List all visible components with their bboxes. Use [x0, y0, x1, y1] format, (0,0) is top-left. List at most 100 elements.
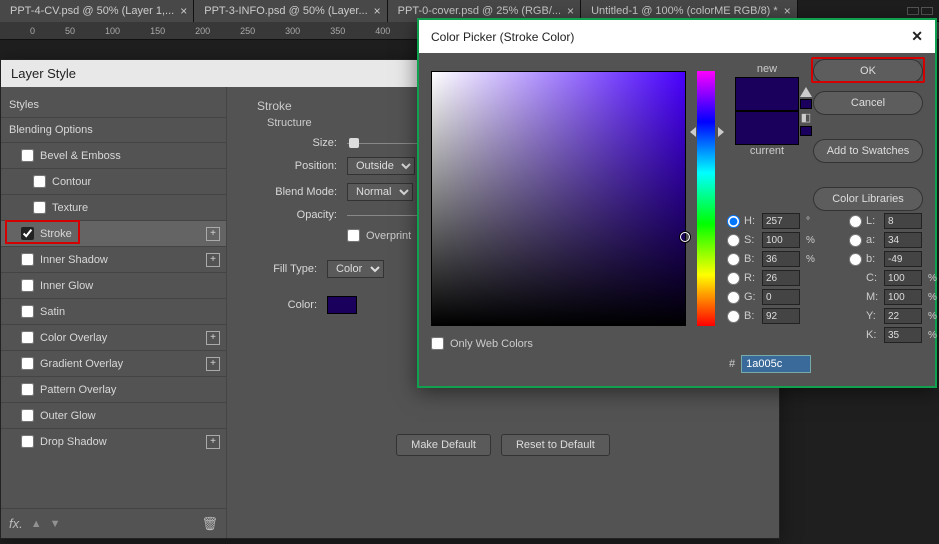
- g-radio[interactable]: [727, 291, 740, 304]
- reset-default-button[interactable]: Reset to Default: [501, 434, 610, 456]
- hsb-rgb-fields: H:° S:% B:% R: G: B:: [727, 213, 820, 324]
- l-input[interactable]: [884, 213, 922, 229]
- close-icon[interactable]: ×: [784, 4, 791, 18]
- close-icon[interactable]: ✕: [911, 28, 923, 45]
- y-input[interactable]: [884, 308, 922, 324]
- add-icon[interactable]: +: [206, 331, 220, 345]
- r-label: R:: [744, 272, 758, 284]
- k-input[interactable]: [884, 327, 922, 343]
- bc-radio[interactable]: [727, 310, 740, 323]
- sidebar-blending[interactable]: Blending Options: [1, 118, 226, 142]
- current-label: current: [727, 145, 807, 157]
- checkbox[interactable]: [21, 279, 34, 292]
- sidebar-bevel[interactable]: Bevel & Emboss: [1, 143, 226, 168]
- tab-label: PPT-3-INFO.psd @ 50% (Layer...: [204, 5, 367, 17]
- a-radio[interactable]: [849, 234, 862, 247]
- sidebar-pattern-overlay[interactable]: Pattern Overlay: [1, 377, 226, 402]
- fx-icon[interactable]: fx.: [9, 516, 23, 531]
- color-picker-dialog: Color Picker (Stroke Color) ✕ new curren…: [417, 18, 937, 388]
- trash-icon[interactable]: 🗑: [201, 516, 218, 532]
- checkbox[interactable]: [21, 383, 34, 396]
- new-color-swatch[interactable]: [735, 77, 799, 111]
- sidebar-texture[interactable]: Texture: [1, 195, 226, 220]
- overprint-checkbox[interactable]: [347, 229, 360, 242]
- add-icon[interactable]: +: [206, 253, 220, 267]
- websafe-warning-icon[interactable]: ◧: [801, 111, 811, 124]
- sidebar-inner-shadow[interactable]: Inner Shadow+: [1, 247, 226, 272]
- l-radio[interactable]: [849, 215, 862, 228]
- sidebar-inner-glow[interactable]: Inner Glow: [1, 273, 226, 298]
- close-icon[interactable]: ×: [567, 4, 574, 18]
- web-only-checkbox[interactable]: [431, 337, 444, 350]
- color-libraries-button[interactable]: Color Libraries: [813, 187, 923, 211]
- b-input[interactable]: [884, 251, 922, 267]
- r-radio[interactable]: [727, 272, 740, 285]
- make-default-button[interactable]: Make Default: [396, 434, 491, 456]
- h-input[interactable]: [762, 213, 800, 229]
- sidebar-styles[interactable]: Styles: [1, 93, 226, 117]
- arrow-down-icon[interactable]: ▼: [50, 518, 61, 530]
- checkbox[interactable]: [21, 357, 34, 370]
- sidebar-color-overlay[interactable]: Color Overlay+: [1, 325, 226, 350]
- color-label: Color:: [257, 299, 317, 311]
- doc-tab[interactable]: PPT-3-INFO.psd @ 50% (Layer... ×: [194, 0, 387, 22]
- checkbox[interactable]: [21, 149, 34, 162]
- s-radio[interactable]: [727, 234, 740, 247]
- h-radio[interactable]: [727, 215, 740, 228]
- hue-slider[interactable]: [697, 71, 715, 326]
- checkbox[interactable]: [21, 409, 34, 422]
- a-input[interactable]: [884, 232, 922, 248]
- close-icon[interactable]: ×: [180, 4, 187, 18]
- position-select[interactable]: Outside: [347, 157, 415, 175]
- checkbox[interactable]: [21, 435, 34, 448]
- sidebar-footer: fx. ▲ ▼ 🗑: [1, 508, 226, 538]
- gamut-warning-icon[interactable]: [800, 87, 812, 97]
- h-label: H:: [744, 215, 758, 227]
- opacity-slider[interactable]: [347, 212, 427, 218]
- m-input[interactable]: [884, 289, 922, 305]
- saturation-value-field[interactable]: [431, 71, 686, 326]
- tab-overflow[interactable]: [905, 7, 939, 15]
- doc-tab[interactable]: PPT-4-CV.psd @ 50% (Layer 1,...×: [0, 0, 194, 22]
- size-slider[interactable]: [347, 140, 427, 146]
- sidebar-stroke[interactable]: Stroke+: [1, 221, 226, 246]
- bc-input[interactable]: [762, 308, 800, 324]
- add-icon[interactable]: +: [206, 357, 220, 371]
- g-label: G:: [744, 291, 758, 303]
- bv-input[interactable]: [762, 251, 800, 267]
- checkbox[interactable]: [21, 227, 34, 240]
- color-swatch[interactable]: [327, 296, 357, 314]
- add-icon[interactable]: +: [206, 435, 220, 449]
- close-icon[interactable]: ×: [374, 4, 381, 18]
- b-radio[interactable]: [849, 253, 862, 266]
- gamut-swatch[interactable]: [800, 99, 812, 109]
- hex-input[interactable]: [741, 355, 811, 373]
- c-input[interactable]: [884, 270, 922, 286]
- blendmode-select[interactable]: Normal: [347, 183, 413, 201]
- checkbox[interactable]: [21, 253, 34, 266]
- checkbox[interactable]: [33, 175, 46, 188]
- ok-button[interactable]: OK: [813, 59, 923, 83]
- cancel-button[interactable]: Cancel: [813, 91, 923, 115]
- checkbox[interactable]: [21, 331, 34, 344]
- l-label: L:: [866, 215, 880, 227]
- checkbox[interactable]: [21, 305, 34, 318]
- checkbox[interactable]: [33, 201, 46, 214]
- s-label: S:: [744, 234, 758, 246]
- bv-radio[interactable]: [727, 253, 740, 266]
- add-icon[interactable]: +: [206, 227, 220, 241]
- sidebar-satin[interactable]: Satin: [1, 299, 226, 324]
- sidebar-drop-shadow[interactable]: Drop Shadow+: [1, 429, 226, 454]
- sidebar-contour[interactable]: Contour: [1, 169, 226, 194]
- websafe-swatch[interactable]: [800, 126, 812, 136]
- filltype-select[interactable]: Color: [327, 260, 384, 278]
- add-swatches-button[interactable]: Add to Swatches: [813, 139, 923, 163]
- sidebar-gradient-overlay[interactable]: Gradient Overlay+: [1, 351, 226, 376]
- current-color-swatch[interactable]: [735, 111, 799, 145]
- sidebar-outer-glow[interactable]: Outer Glow: [1, 403, 226, 428]
- g-input[interactable]: [762, 289, 800, 305]
- arrow-up-icon[interactable]: ▲: [31, 518, 42, 530]
- s-input[interactable]: [762, 232, 800, 248]
- r-input[interactable]: [762, 270, 800, 286]
- filltype-label: Fill Type:: [257, 263, 317, 275]
